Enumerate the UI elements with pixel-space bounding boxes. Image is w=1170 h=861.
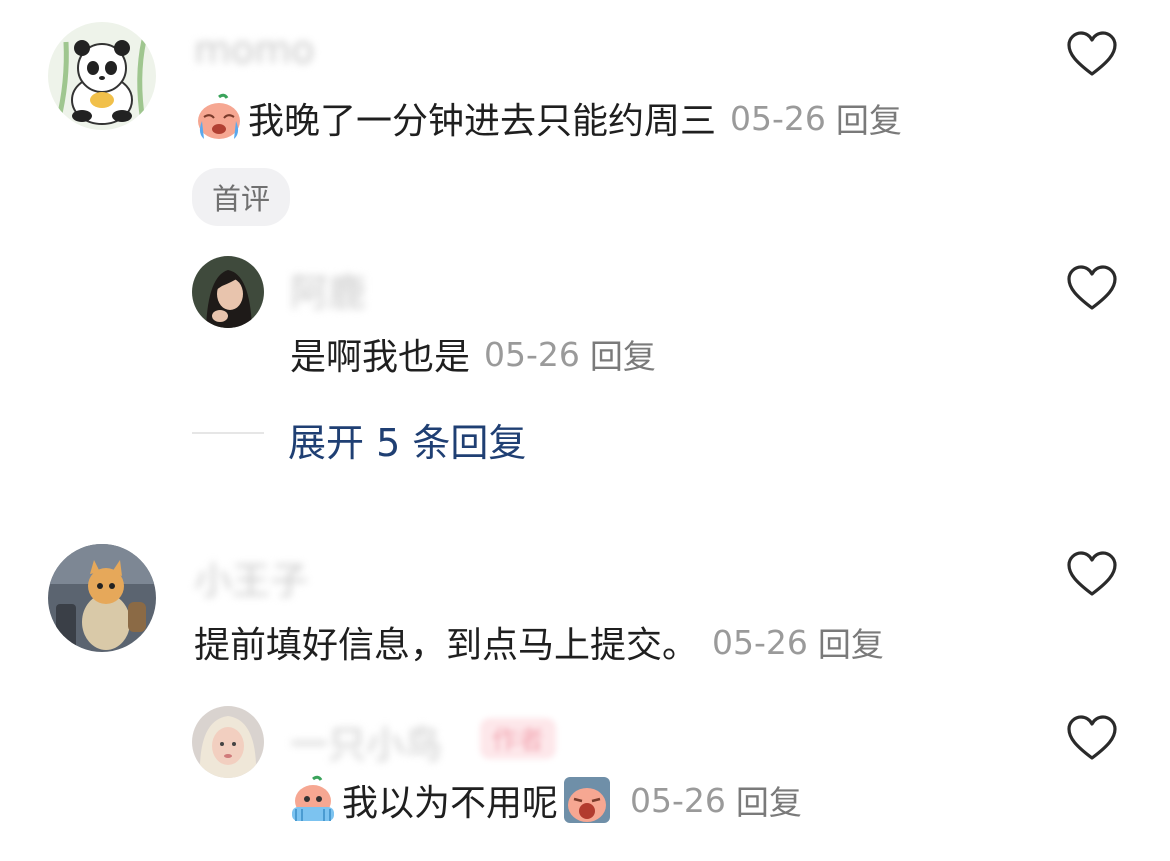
cat-traveler-avatar-icon: [48, 544, 156, 652]
avatar[interactable]: [192, 256, 264, 328]
comment-date: 05-26: [712, 622, 808, 662]
comment-author[interactable]: momo: [194, 28, 315, 72]
reply-button[interactable]: 回复: [836, 94, 902, 142]
reply-button[interactable]: 回复: [736, 776, 802, 824]
person-avatar-icon: [192, 706, 264, 778]
reply-body: 我以为不用呢 05-26 回复: [288, 774, 802, 826]
reply-date: 05-26: [630, 780, 726, 820]
comment-text: 我晚了一分钟进去只能约周三: [248, 101, 717, 142]
reply-author[interactable]: 一只小鸟: [290, 714, 442, 769]
like-heart-icon[interactable]: [1066, 714, 1118, 762]
screaming-emoji-icon: [562, 775, 612, 825]
panda-avatar-icon: [48, 22, 156, 130]
like-heart-icon[interactable]: [1066, 30, 1118, 78]
expand-replies-link[interactable]: 展开 5 条回复: [288, 412, 526, 467]
comment-body: 提前填好信息，到点马上提交。 05-26 回复: [194, 616, 884, 668]
comment-date: 05-26: [730, 98, 826, 138]
author-tag: 作者: [480, 718, 557, 759]
person-avatar-icon: [192, 256, 264, 328]
crying-emoji-icon: [194, 93, 244, 143]
comment-text: 提前填好信息，到点马上提交。: [194, 625, 699, 666]
reply-text: 我以为不用呢: [342, 783, 559, 824]
reply-author[interactable]: 阿鹿: [290, 262, 366, 317]
reply-button[interactable]: 回复: [590, 330, 656, 378]
hands-on-face-emoji-icon: [288, 775, 338, 825]
comment-body: 我晚了一分钟进去只能约周三 05-26 回复: [194, 92, 902, 144]
like-heart-icon[interactable]: [1066, 264, 1118, 312]
avatar[interactable]: [48, 544, 156, 652]
reply-button[interactable]: 回复: [818, 618, 884, 666]
avatar[interactable]: [48, 22, 156, 130]
reply-date: 05-26: [484, 334, 580, 374]
expand-divider: [192, 432, 264, 434]
comment-author[interactable]: 小王子: [194, 550, 308, 605]
reply-text: 是啊我也是: [290, 337, 471, 378]
like-heart-icon[interactable]: [1066, 550, 1118, 598]
avatar[interactable]: [192, 706, 264, 778]
reply-body: 是啊我也是 05-26 回复: [290, 328, 656, 380]
first-comment-badge: 首评: [192, 168, 291, 226]
